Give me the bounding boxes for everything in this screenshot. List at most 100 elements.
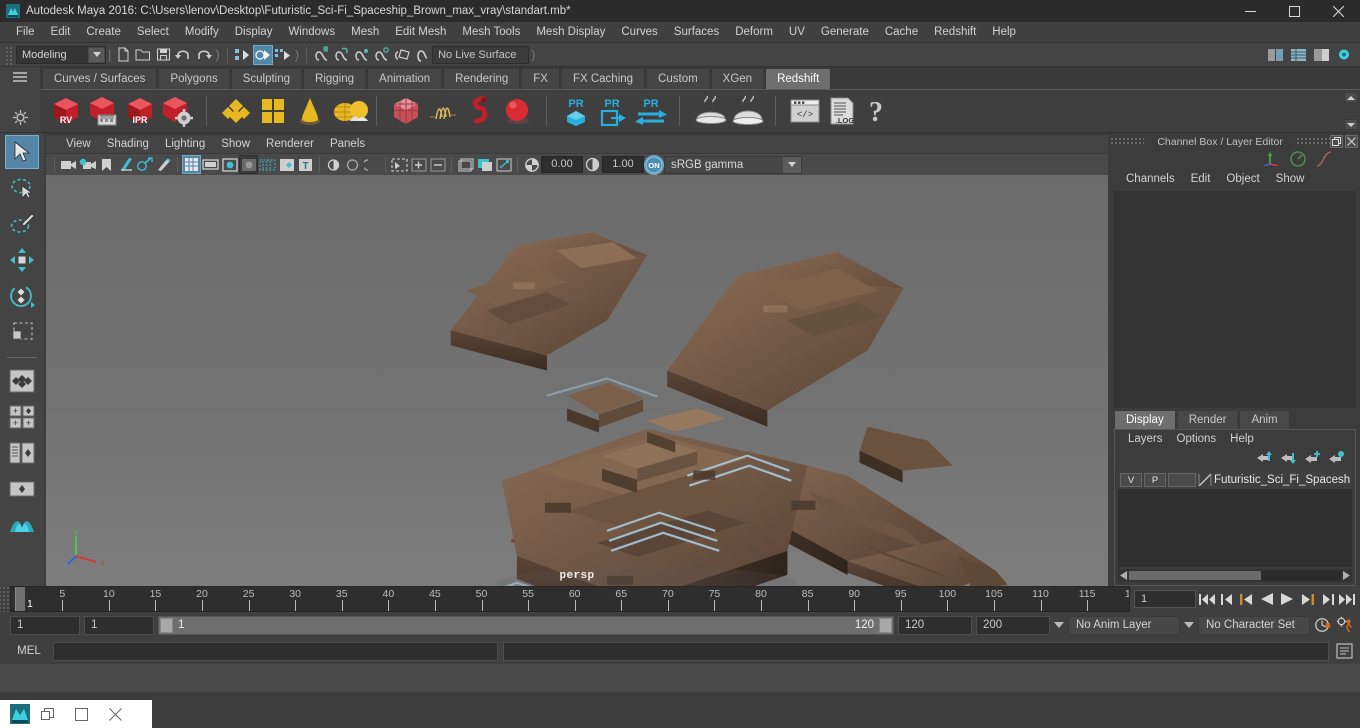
shelf-tab-curves-surfaces[interactable]: Curves / Surfaces <box>42 68 158 89</box>
isolate-select-icon[interactable] <box>390 155 409 174</box>
script-language-label[interactable]: MEL <box>10 645 48 657</box>
time-slider-grip[interactable] <box>0 586 10 612</box>
create-layer-from-selected-icon[interactable] <box>1329 451 1345 467</box>
outliner-persp-layout[interactable] <box>5 436 39 470</box>
curve-icon[interactable] <box>1316 150 1332 170</box>
layer-type-toggle[interactable] <box>1168 473 1196 487</box>
range-start-field[interactable]: 1 <box>84 615 154 635</box>
redshift-material-grid-icon[interactable] <box>257 95 289 127</box>
range-slider-right-handle[interactable] <box>879 617 892 633</box>
maximize-button[interactable] <box>1272 0 1316 22</box>
current-frame-field[interactable]: 1 <box>1134 590 1196 608</box>
viewport-capture-icon[interactable] <box>475 155 494 174</box>
scroll-right-icon[interactable] <box>1341 570 1352 581</box>
redshift-material-icon[interactable] <box>220 95 252 127</box>
shelf-menu-icon[interactable] <box>7 67 33 87</box>
viewport-menu-shading[interactable]: Shading <box>99 135 157 153</box>
exposure-field[interactable]: 0.00 <box>541 156 583 173</box>
redshift-render-sequence-icon[interactable] <box>87 95 119 127</box>
exposure-icon[interactable] <box>522 155 541 174</box>
move-layer-down-icon[interactable] <box>1281 451 1297 467</box>
select-by-component-icon[interactable] <box>273 45 293 65</box>
scale-tool[interactable] <box>5 315 39 349</box>
two-dimensional-pan-zoom-icon[interactable] <box>135 155 154 174</box>
snap-to-projected-center-icon[interactable] <box>372 45 392 65</box>
redshift-proxy-out-icon[interactable]: PR <box>597 95 629 127</box>
menu-redshift[interactable]: Redshift <box>926 22 984 43</box>
popup-restore-button[interactable] <box>30 700 64 728</box>
grease-pencil-icon[interactable] <box>154 155 173 174</box>
layer-playback-toggle[interactable]: P <box>1144 473 1166 487</box>
lasso-select-tool[interactable] <box>5 171 39 205</box>
menu-cache[interactable]: Cache <box>877 22 926 43</box>
minimize-button[interactable] <box>1228 0 1272 22</box>
redshift-proxy-icon[interactable] <box>390 95 422 127</box>
hypershade-persp-layout[interactable] <box>5 508 39 542</box>
ambient-occlusion-icon[interactable] <box>343 155 362 174</box>
new-scene-icon[interactable] <box>113 45 133 65</box>
redshift-volume-icon[interactable] <box>294 95 326 127</box>
time-slider[interactable]: 1 5 10 15 20 25 30 35 40 45 50 55 60 65 70 75 80 85 90 95 10… <box>10 586 1130 612</box>
character-set-dropdown-icon[interactable] <box>1184 622 1194 628</box>
panel-close-button[interactable] <box>1345 135 1359 148</box>
redshift-render-settings-icon[interactable] <box>161 95 193 127</box>
gamma-icon[interactable] <box>583 155 602 174</box>
step-back-key-icon[interactable] <box>1238 589 1256 609</box>
animation-end-field[interactable]: 200 <box>976 615 1050 635</box>
show-hide-editors-icon[interactable] <box>1265 45 1285 65</box>
open-scene-icon[interactable] <box>133 45 153 65</box>
speedometer-icon[interactable] <box>1290 150 1306 170</box>
menu-select[interactable]: Select <box>129 22 177 43</box>
menu-windows[interactable]: Windows <box>280 22 343 43</box>
redshift-render-view-icon[interactable]: RV <box>50 95 82 127</box>
play-forwards-icon[interactable] <box>1278 589 1296 609</box>
move-tool[interactable] <box>5 243 39 277</box>
menu-create[interactable]: Create <box>78 22 129 43</box>
shelf-tab-fx-caching[interactable]: FX Caching <box>560 68 646 89</box>
redshift-help-icon[interactable]: ? <box>863 95 895 128</box>
isolate-select-add-icon[interactable] <box>409 155 428 174</box>
menu-curves[interactable]: Curves <box>613 22 665 43</box>
character-set-selector[interactable]: No Character Set <box>1198 615 1310 635</box>
layer-menu-options[interactable]: Options <box>1170 430 1224 449</box>
tool-settings-toggle-icon[interactable] <box>1334 45 1354 65</box>
wireframe-on-shaded-icon[interactable] <box>258 155 277 174</box>
shelf-tab-xgen[interactable]: XGen <box>710 68 765 89</box>
image-plane-icon[interactable] <box>116 155 135 174</box>
four-view-layout[interactable]: + + + <box>5 400 39 434</box>
step-forward-key-icon[interactable] <box>1298 589 1316 609</box>
anim-layer-selector[interactable]: No Anim Layer <box>1068 615 1180 635</box>
go-to-end-icon[interactable] <box>1338 589 1356 609</box>
popup-minimize-button[interactable] <box>64 700 98 728</box>
go-to-start-icon[interactable] <box>1198 589 1216 609</box>
bookmark-icon[interactable] <box>97 155 116 174</box>
shelf-tab-redshift[interactable]: Redshift <box>765 68 832 89</box>
menu-deform[interactable]: Deform <box>727 22 781 43</box>
menu-file[interactable]: File <box>8 22 43 43</box>
film-gate-icon[interactable] <box>201 155 220 174</box>
redshift-proxy-swap-icon[interactable]: PR <box>634 95 667 127</box>
paint-select-tool[interactable] <box>5 207 39 241</box>
menu-surfaces[interactable]: Surfaces <box>666 22 727 43</box>
layer-name[interactable]: Futuristic_Sci_Fi_Spacesh <box>1214 474 1350 486</box>
color-management-icon[interactable]: ON <box>644 154 664 175</box>
time-slider-cursor[interactable] <box>15 587 25 611</box>
select-tool[interactable] <box>5 135 39 169</box>
scroll-thumb[interactable] <box>1129 571 1261 580</box>
maya-app-icon[interactable] <box>10 704 30 724</box>
status-line-grip[interactable] <box>4 44 13 65</box>
layer-row[interactable]: V P Futuristic_Sci_Fi_Spacesh <box>1118 471 1353 489</box>
layer-tab-anim[interactable]: Anim <box>1239 410 1290 429</box>
viewport-menu-panels[interactable]: Panels <box>322 135 373 153</box>
menu-display[interactable]: Display <box>227 22 281 43</box>
create-new-layer-icon[interactable] <box>1305 451 1321 467</box>
channel-menu-channels[interactable]: Channels <box>1118 170 1183 189</box>
range-slider[interactable]: 1 120 <box>158 615 894 635</box>
channel-menu-edit[interactable]: Edit <box>1183 170 1219 189</box>
redshift-hair-icon[interactable] <box>427 95 459 127</box>
layer-color-swatch[interactable] <box>1198 473 1212 487</box>
redshift-sphere-icon[interactable] <box>501 95 533 127</box>
viewport-menu-lighting[interactable]: Lighting <box>157 135 213 153</box>
play-backwards-icon[interactable] <box>1258 589 1276 609</box>
perspective-viewport[interactable]: y x z persp <box>46 175 1108 586</box>
